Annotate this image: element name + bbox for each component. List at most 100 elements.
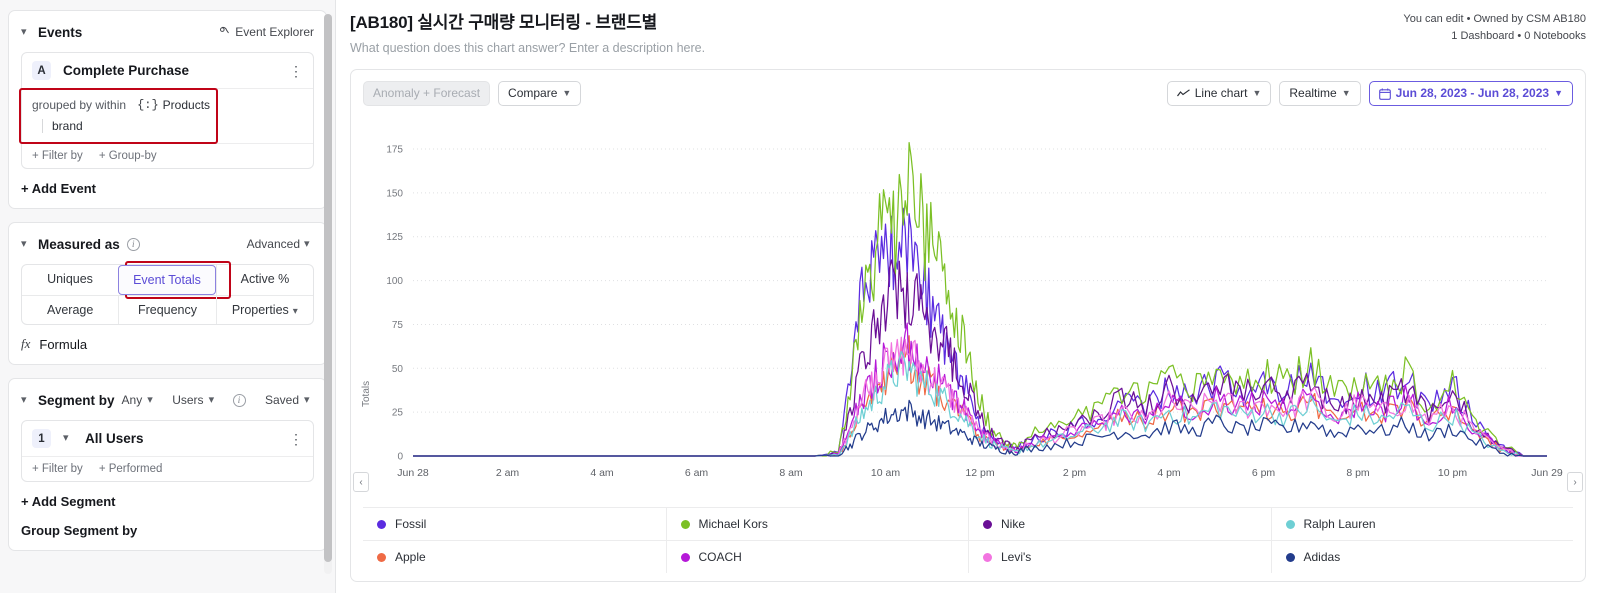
segment-any-dropdown[interactable]: Any ▾ (122, 393, 158, 407)
svg-text:100: 100 (386, 276, 403, 287)
chevron-down-icon: ▼ (1554, 87, 1563, 98)
add-segment-button[interactable]: + Add Segment (21, 494, 314, 509)
group-by-button[interactable]: + Group-by (99, 150, 157, 162)
legend-item-ralph-lauren[interactable]: Ralph Lauren (1270, 508, 1574, 540)
option-active-percent[interactable]: Active % (216, 265, 313, 295)
granularity-label: Realtime (1289, 86, 1337, 100)
svg-text:150: 150 (386, 189, 403, 200)
event-name[interactable]: Complete Purchase (63, 63, 189, 78)
chart-panel: Anomaly + Forecast Compare ▼ Line chart … (350, 69, 1586, 582)
event-menu-icon[interactable] (289, 66, 303, 76)
chevron-down-icon: ▾ (304, 237, 310, 250)
advanced-label: Advanced (246, 237, 300, 251)
segment-name[interactable]: All Users (85, 431, 144, 446)
scroll-left-button[interactable]: ‹ (353, 472, 369, 493)
compare-button[interactable]: Compare ▼ (498, 81, 582, 107)
svg-text:6 pm: 6 pm (1252, 467, 1276, 479)
measured-as-title: Measured as (38, 236, 120, 252)
legend-item-adidas[interactable]: Adidas (1270, 540, 1573, 573)
group-by-property[interactable]: {:} Products (137, 98, 210, 112)
chevron-down-icon: ▾ (147, 393, 153, 406)
events-header: ▾ Events Event Explorer (21, 21, 314, 43)
scroll-right-button[interactable]: › (1567, 472, 1583, 493)
legend-item-coach[interactable]: COACH (665, 540, 968, 573)
header-meta: You can edit • Owned by CSM AB180 1 Dash… (1403, 8, 1586, 45)
segment-row[interactable]: 1 ▾ All Users (22, 421, 313, 456)
legend-item-nike[interactable]: Nike (968, 508, 1271, 540)
filter-by-button[interactable]: + Filter by (32, 150, 83, 162)
sidebar-scrollbar[interactable] (324, 14, 332, 574)
segment-footer: + Filter by + Performed (22, 456, 313, 481)
legend-label: Nike (1001, 517, 1026, 531)
chevron-down-icon: ▾ (208, 393, 215, 406)
line-chart-svg[interactable]: 0 25 50 75 100 125 150 175 Jun 28 2 am 4 am 6 am 8 a… (351, 114, 1563, 509)
info-icon[interactable]: i (232, 393, 246, 407)
svg-text:10 am: 10 am (871, 467, 900, 479)
svg-text:8 pm: 8 pm (1346, 467, 1370, 479)
segment-users-dropdown[interactable]: Users ▾ (172, 393, 218, 407)
segment-saved-label: Saved (264, 393, 299, 407)
measured-as-row-2: Average Frequency Properties ▾ (22, 295, 313, 324)
option-average[interactable]: Average (22, 296, 118, 324)
legend-color-dot (377, 519, 386, 529)
group-by-sub-label[interactable]: brand (42, 119, 83, 133)
legend-item-michael-kors[interactable]: Michael Kors (665, 508, 969, 540)
chart-legend: Fossil Michael Kors Nike Ralph Lauren Apple C… (363, 507, 1573, 573)
segment-performed-button[interactable]: + Performed (99, 463, 163, 475)
legend-label: Ralph Lauren (1303, 517, 1376, 531)
compare-label: Compare (508, 86, 558, 100)
info-icon[interactable]: i (126, 237, 140, 251)
chevron-down-icon[interactable]: ▾ (21, 25, 31, 38)
add-event-button[interactable]: + Add Event (21, 181, 314, 196)
svg-text:6 am: 6 am (685, 467, 709, 479)
measured-as-row-1: Uniques Event Totals Active % (22, 265, 313, 295)
event-row[interactable]: A Complete Purchase (22, 53, 313, 88)
segment-number-badge: 1 (32, 429, 51, 448)
chevron-down-icon: ▼ (1252, 87, 1262, 98)
date-range-button[interactable]: Jun 28, 2023 - Jun 28, 2023 ▼ (1368, 81, 1573, 107)
chevron-down-icon[interactable]: ▾ (63, 431, 73, 444)
legend-label: Apple (395, 550, 426, 564)
option-properties-label: Properties (231, 303, 289, 317)
legend-item-apple[interactable]: Apple (363, 540, 666, 573)
chart-type-button[interactable]: Line chart ▼ (1166, 81, 1272, 107)
segment-by-title: Segment by (38, 392, 115, 408)
legend-item-levi-s[interactable]: Levi's (968, 540, 1271, 573)
event-block: A Complete Purchase grouped by within {:… (19, 52, 314, 169)
anomaly-forecast-button[interactable]: Anomaly + Forecast (363, 81, 491, 107)
chart-main: [AB180] 실시간 구매량 모니터링 - 브랜드별 What questio… (336, 0, 1600, 593)
measured-as-options: Uniques Event Totals Active % Average Fr… (21, 261, 314, 325)
date-range-label: Jun 28, 2023 - Jun 28, 2023 (1395, 86, 1550, 100)
chevron-down-icon[interactable]: ▾ (21, 393, 31, 406)
advanced-button[interactable]: Advanced ▾ (247, 237, 314, 251)
option-frequency[interactable]: Frequency (118, 296, 215, 324)
page-title[interactable]: [AB180] 실시간 구매량 모니터링 - 브랜드별 (350, 8, 1403, 33)
svg-text:10 pm: 10 pm (1438, 467, 1467, 479)
measured-as-card: ▾ Measured as i Advanced ▾ Uniques Event… (8, 222, 327, 365)
segment-any-label: Any (121, 393, 143, 407)
group-by-sub-row: brand (22, 115, 313, 141)
segment-filter-by-button[interactable]: + Filter by (32, 463, 83, 475)
segment-menu-icon[interactable] (289, 434, 303, 444)
measured-as-header: ▾ Measured as i Advanced ▾ (21, 233, 314, 255)
line-chart-icon (1176, 89, 1190, 97)
formula-row[interactable]: fx Formula (21, 336, 314, 352)
svg-text:125: 125 (386, 232, 403, 243)
calendar-icon (1378, 88, 1391, 100)
chevron-down-icon[interactable]: ▾ (21, 237, 31, 250)
option-uniques[interactable]: Uniques (22, 265, 118, 295)
event-explorer-button[interactable]: Event Explorer (219, 25, 314, 39)
option-properties[interactable]: Properties ▾ (215, 296, 313, 324)
granularity-button[interactable]: Realtime ▼ (1279, 81, 1361, 107)
legend-color-dot (1285, 552, 1295, 562)
option-event-totals[interactable]: Event Totals (118, 265, 216, 295)
ownership-info: You can edit • Owned by CSM AB180 (1403, 13, 1586, 25)
legend-color-dot (377, 552, 386, 562)
sidebar-scrollbar-thumb[interactable] (324, 14, 332, 562)
page-description[interactable]: What question does this chart answer? En… (350, 41, 1403, 55)
legend-item-fossil[interactable]: Fossil (363, 508, 666, 540)
legend-color-dot (680, 552, 690, 562)
legend-color-dot (983, 552, 992, 562)
formula-icon: fx (21, 336, 31, 351)
segment-saved-dropdown[interactable]: Saved ▾ (265, 393, 314, 407)
